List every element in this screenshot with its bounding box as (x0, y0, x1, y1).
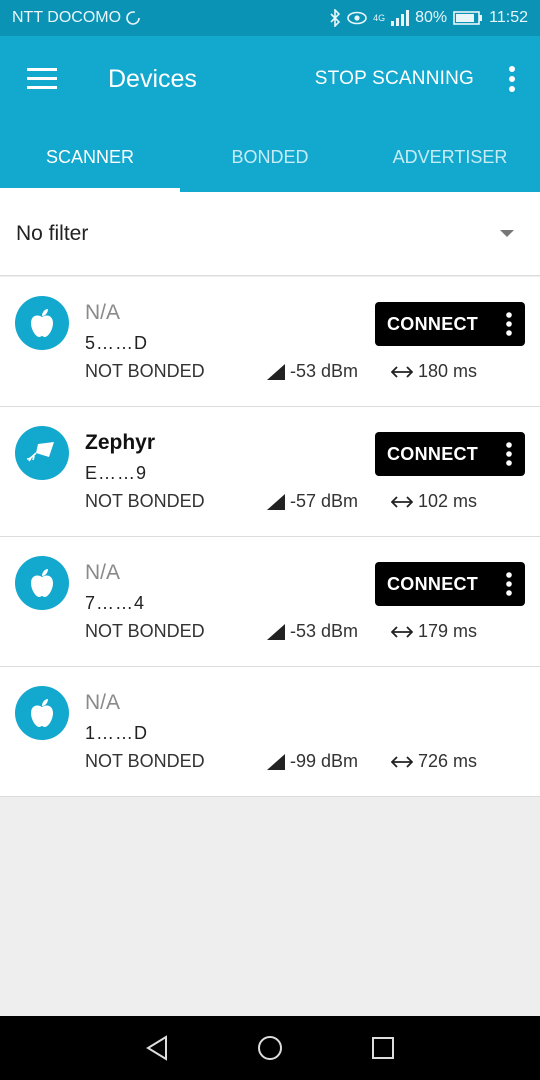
tab-advertiser[interactable]: ADVERTISER (360, 122, 540, 192)
stop-scanning-button[interactable]: STOP SCANNING (305, 36, 484, 122)
device-name: N/A (85, 691, 121, 714)
rssi-value: -53 dBm (267, 361, 358, 382)
more-vert-icon[interactable] (505, 442, 513, 466)
status-bar: NTT DOCOMO 4G 80% 11:52 (0, 0, 540, 36)
bond-state: NOT BONDED (85, 751, 205, 771)
bond-state: NOT BONDED (85, 491, 205, 511)
device-address: 1……D (85, 723, 149, 743)
bond-state: NOT BONDED (85, 621, 205, 641)
network-type: 4G (373, 12, 386, 23)
home-circle-icon (257, 1036, 282, 1060)
interval-value: 726 ms (391, 751, 477, 772)
device-address: 5……D (85, 333, 149, 353)
more-vert-icon[interactable] (505, 312, 513, 336)
device-row[interactable]: Zephyr E……9 NOT BONDED -57 dBm 102 ms CO… (0, 407, 540, 537)
apple-icon (15, 296, 69, 350)
device-address: 7……4 (85, 593, 146, 613)
apple-icon (15, 556, 69, 610)
connect-button[interactable]: CONNECT (375, 562, 525, 606)
device-name: Zephyr (85, 431, 156, 454)
interval-arrows-icon (391, 365, 413, 378)
signal-strength-icon (267, 363, 285, 380)
more-vert-icon (509, 66, 515, 92)
interval-value: 179 ms (391, 621, 477, 642)
device-name: N/A (85, 561, 121, 584)
device-row[interactable]: N/A 1……D NOT BONDED -99 dBm 726 ms (0, 667, 540, 797)
rssi-value: -53 dBm (267, 621, 358, 642)
device-name: N/A (85, 301, 121, 324)
tab-bonded[interactable]: BONDED (180, 122, 360, 192)
rssi-text: -53 dBm (290, 361, 359, 381)
filter-label: No filter (16, 221, 89, 245)
recents-square-icon (372, 1037, 395, 1059)
signal-strength-icon (267, 623, 285, 640)
sync-icon (125, 10, 141, 26)
battery-charging-icon (453, 10, 483, 26)
signal-strength-icon (267, 753, 285, 770)
hamburger-icon (27, 68, 57, 89)
more-vert-icon[interactable] (505, 572, 513, 596)
apple-icon (15, 686, 69, 740)
interval-text: 726 ms (418, 751, 478, 771)
clock: 11:52 (489, 9, 528, 26)
battery-percent: 80% (415, 9, 448, 26)
connect-label: CONNECT (387, 443, 479, 464)
bluetooth-icon (329, 9, 341, 27)
interval-text: 102 ms (418, 491, 478, 511)
device-row[interactable]: N/A 5……D NOT BONDED -53 dBm 180 ms CONNE… (0, 277, 540, 407)
connect-label: CONNECT (387, 313, 479, 334)
dropdown-arrow-icon (500, 230, 514, 237)
interval-text: 180 ms (418, 361, 478, 381)
back-button[interactable] (127, 1016, 187, 1080)
connect-button[interactable]: CONNECT (375, 302, 525, 346)
tab-scanner[interactable]: SCANNER (0, 122, 180, 192)
rssi-text: -53 dBm (290, 621, 359, 641)
recents-button[interactable] (353, 1016, 413, 1080)
zephyr-kite-icon (15, 426, 69, 480)
signal-strength-icon (267, 493, 285, 510)
tab-bar: SCANNER BONDED ADVERTISER (0, 122, 540, 192)
eye-icon (347, 11, 367, 25)
rssi-text: -57 dBm (290, 491, 359, 511)
hamburger-menu-button[interactable] (0, 36, 84, 122)
device-row[interactable]: N/A 7……4 NOT BONDED -53 dBm 179 ms CONNE… (0, 537, 540, 667)
home-button[interactable] (240, 1016, 300, 1080)
interval-arrows-icon (391, 625, 413, 638)
signal-icon (391, 10, 410, 26)
interval-arrows-icon (391, 495, 413, 508)
page-title: Devices (108, 64, 197, 93)
interval-arrows-icon (391, 755, 413, 768)
interval-value: 180 ms (391, 361, 477, 382)
back-triangle-icon (145, 1035, 167, 1061)
device-list: N/A 5……D NOT BONDED -53 dBm 180 ms CONNE… (0, 277, 540, 797)
carrier-name: NTT DOCOMO (12, 9, 122, 26)
rssi-value: -57 dBm (267, 491, 358, 512)
rssi-text: -99 dBm (290, 751, 359, 771)
rssi-value: -99 dBm (267, 751, 358, 772)
system-nav-bar (0, 1016, 540, 1080)
bond-state: NOT BONDED (85, 361, 205, 381)
connect-label: CONNECT (387, 573, 479, 594)
interval-value: 102 ms (391, 491, 477, 512)
filter-dropdown[interactable]: No filter (0, 192, 540, 276)
app-bar: Devices STOP SCANNING (0, 36, 540, 122)
device-address: E……9 (85, 463, 148, 483)
interval-text: 179 ms (418, 621, 478, 641)
connect-button[interactable]: CONNECT (375, 432, 525, 476)
overflow-menu-button[interactable] (484, 36, 540, 122)
